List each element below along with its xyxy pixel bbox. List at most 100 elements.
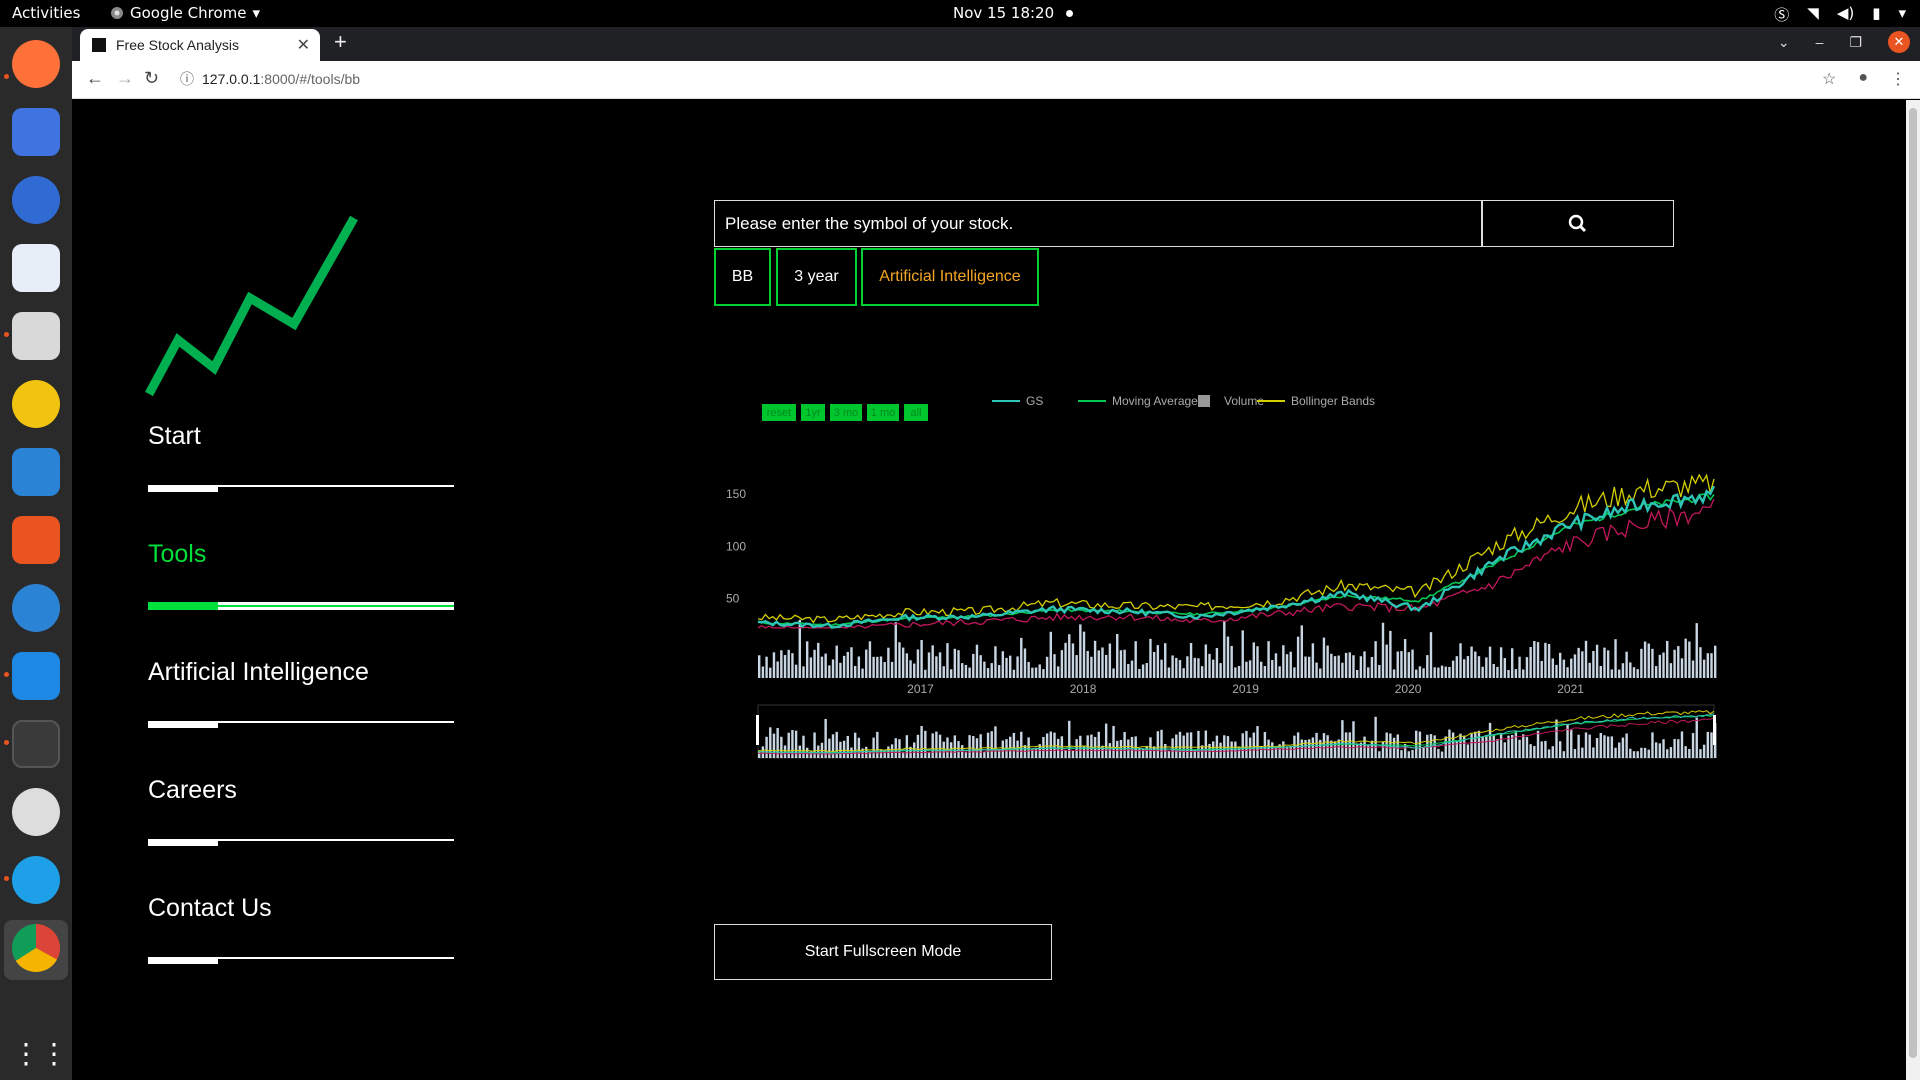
nav-item-tools[interactable]: Tools: [148, 540, 206, 569]
skype-icon[interactable]: [12, 856, 60, 904]
skype-tray-icon[interactable]: Ⓢ: [1774, 4, 1789, 25]
writer-icon[interactable]: [12, 448, 60, 496]
volume-bar: [1400, 651, 1403, 678]
tab-search-icon[interactable]: ⌄: [1778, 34, 1790, 51]
thunderbird-icon[interactable]: [12, 176, 60, 224]
volume-bar: [942, 666, 945, 678]
menu-kebab-icon[interactable]: ⋮: [1890, 69, 1906, 89]
help-icon[interactable]: [12, 584, 60, 632]
tag-bb-button[interactable]: BB: [714, 248, 771, 306]
range-slider-right-handle[interactable]: [1713, 715, 1716, 745]
slider-volume-bar: [1167, 750, 1171, 758]
volume-bar: [1695, 623, 1698, 678]
price-lines: [757, 473, 1716, 629]
range-button-label[interactable]: 1 mo: [871, 407, 895, 419]
slider-volume-bar: [1241, 733, 1244, 758]
range-button-label[interactable]: reset: [767, 407, 791, 419]
software-updater-icon[interactable]: [12, 788, 60, 836]
slider-volume-bar: [1533, 746, 1536, 758]
volume-bar: [1459, 643, 1462, 678]
system-tray[interactable]: Ⓢ ◥ ◀) ▮ ▾: [1774, 4, 1906, 25]
range-button-label[interactable]: all: [910, 407, 921, 419]
logo-trend-icon: [145, 215, 358, 397]
slider-volume-bar: [1710, 732, 1713, 758]
restore-button[interactable]: ❐: [1849, 34, 1862, 51]
app-menu[interactable]: Google Chrome ▾: [110, 4, 260, 22]
range-button-1yr[interactable]: 1yr: [801, 404, 825, 421]
show-apps-icon[interactable]: ⋮⋮⋮: [12, 1032, 96, 1080]
volume-bar: [1226, 636, 1230, 678]
volume-bar: [1271, 659, 1274, 678]
volume-bar: [1625, 651, 1628, 678]
range-button-1-mo[interactable]: 1 mo: [867, 404, 899, 421]
software-center-icon[interactable]: [12, 516, 60, 564]
slider-volume-bar: [1171, 738, 1174, 758]
legend-item[interactable]: GS: [992, 394, 1043, 408]
clock[interactable]: Nov 15 18:20: [953, 4, 1074, 22]
volume-bar: [1666, 640, 1669, 678]
search-button[interactable]: [1482, 200, 1674, 247]
chart-legend: GS Moving Average Volume Bollinger Bands: [992, 394, 1375, 408]
terminal-icon[interactable]: [12, 720, 60, 768]
range-slider-left-handle[interactable]: [756, 715, 759, 745]
scrollbar-thumb[interactable]: [1909, 108, 1917, 1058]
range-button-label[interactable]: 1yr: [805, 407, 821, 419]
volume-bar: [1466, 656, 1470, 678]
volume-bar: [1112, 668, 1115, 678]
firefox-icon[interactable]: [12, 40, 60, 88]
volume-bar: [1451, 660, 1455, 678]
nav-item-careers[interactable]: Careers: [148, 776, 237, 805]
forward-icon[interactable]: →: [116, 68, 134, 89]
page-scrollbar[interactable]: [1906, 100, 1920, 1080]
slider-volume-bar: [1440, 751, 1444, 758]
legend-item[interactable]: Bollinger Bands: [1257, 394, 1375, 408]
slider-volume-bar: [1381, 741, 1385, 758]
slider-volume-bar: [1374, 716, 1377, 758]
x-tick-label: 2018: [1070, 682, 1097, 696]
stock-symbol-input[interactable]: [714, 200, 1482, 247]
slider-volume-bar: [1647, 749, 1650, 758]
vscode-icon[interactable]: [12, 652, 60, 700]
rhythmbox-icon[interactable]: [12, 380, 60, 428]
new-tab-button[interactable]: +: [334, 29, 347, 55]
range-button-all[interactable]: all: [904, 404, 928, 421]
slider-volume-bar: [1330, 740, 1333, 758]
fullscreen-button[interactable]: Start Fullscreen Mode: [714, 924, 1052, 980]
tag-period-button[interactable]: 3 year: [776, 248, 857, 306]
screenshot-icon[interactable]: [12, 108, 60, 156]
range-button-reset[interactable]: reset: [762, 404, 796, 421]
browser-tab[interactable]: Free Stock Analysis ✕: [80, 29, 320, 61]
tag-ai-button[interactable]: Artificial Intelligence: [861, 248, 1039, 306]
legend-item[interactable]: Moving Average: [1078, 394, 1198, 408]
slider-volume-bar: [1145, 745, 1148, 758]
legend-item[interactable]: Volume: [1198, 394, 1264, 408]
stock-chart[interactable]: reset 1yr 3 mo 1 mo all GS Moving Average Volu…: [712, 350, 1752, 920]
site-info-icon[interactable]: ⓘ: [180, 71, 194, 87]
nav-item-contact[interactable]: Contact Us: [148, 894, 272, 923]
close-tab-icon[interactable]: ✕: [297, 35, 310, 55]
volume-bar: [828, 665, 831, 678]
range-slider[interactable]: [756, 704, 1717, 759]
volume-bar: [1093, 640, 1097, 678]
nav-item-start[interactable]: Start: [148, 422, 201, 451]
text-editor-icon[interactable]: [12, 244, 60, 292]
range-button-3-mo[interactable]: 3 mo: [830, 404, 862, 421]
slider-volume-bar: [1499, 733, 1503, 758]
slider-volume-bar: [979, 734, 982, 758]
activities-button[interactable]: Activities: [12, 4, 80, 22]
nav-item-ai[interactable]: Artificial Intelligence: [148, 658, 369, 687]
close-window-button[interactable]: ✕: [1888, 31, 1910, 53]
profile-icon[interactable]: ●: [1858, 69, 1868, 89]
minimize-button[interactable]: –: [1816, 34, 1824, 50]
files-icon[interactable]: [12, 312, 60, 360]
chrome-icon[interactable]: [12, 924, 60, 972]
bookmark-star-icon[interactable]: ☆: [1822, 69, 1836, 89]
back-icon[interactable]: ←: [86, 68, 104, 89]
range-button-label[interactable]: 3 mo: [834, 407, 858, 419]
slider-volume-bar: [1352, 721, 1355, 758]
volume-bar: [780, 650, 783, 678]
address-bar[interactable]: ⓘ 127.0.0.1:8000/#/tools/bb: [180, 69, 360, 89]
slider-volume-bar: [953, 735, 957, 758]
reload-icon[interactable]: ↻: [144, 68, 159, 89]
legend-label: Bollinger Bands: [1291, 394, 1375, 408]
